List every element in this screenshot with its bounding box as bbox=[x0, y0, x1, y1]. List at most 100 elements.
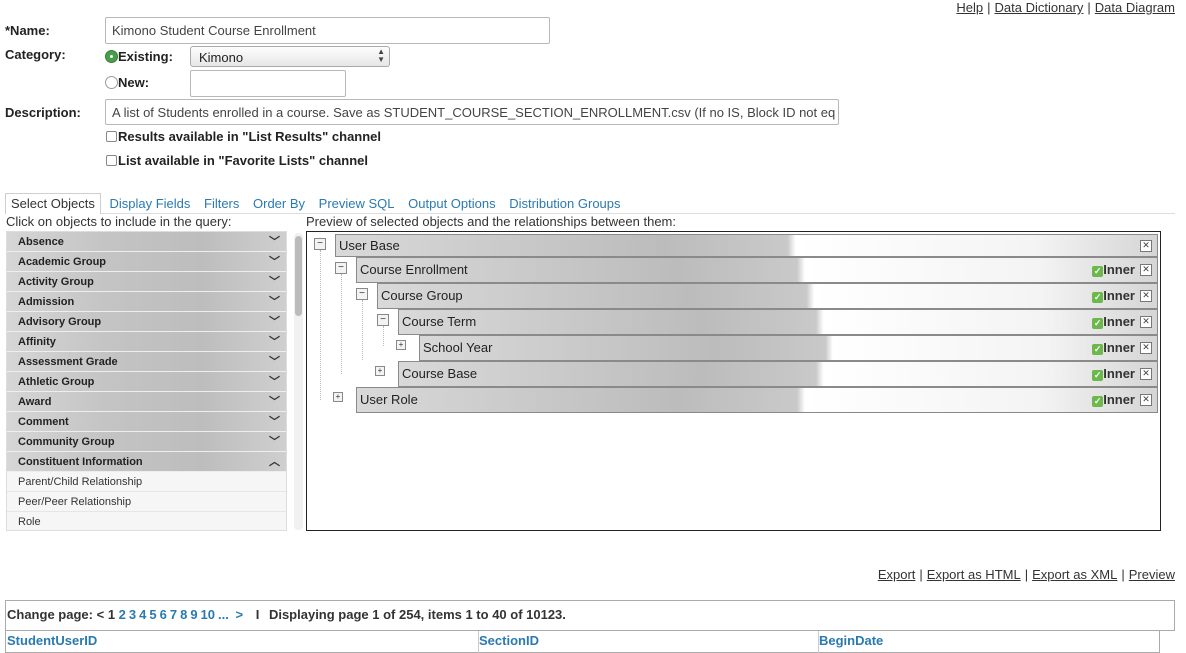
page-link[interactable]: 5 bbox=[149, 607, 156, 622]
existing-radio[interactable] bbox=[105, 50, 118, 63]
page-link[interactable]: 9 bbox=[190, 607, 197, 622]
name-input[interactable]: Kimono Student Course Enrollment bbox=[105, 17, 550, 44]
object-item-affinity[interactable]: Affinity ﹀ bbox=[7, 332, 286, 352]
column-header[interactable]: SectionID bbox=[478, 631, 819, 653]
results-channel-checkbox[interactable] bbox=[106, 131, 117, 142]
new-radio[interactable] bbox=[105, 76, 118, 89]
tab-select-objects[interactable]: Select Objects bbox=[5, 193, 101, 214]
column-header[interactable]: StudentUserID bbox=[6, 631, 479, 653]
tree-line bbox=[341, 274, 342, 374]
tree-node-course-group[interactable]: Course Group ✓ Inner ✕ bbox=[377, 283, 1158, 309]
export-link[interactable]: Export bbox=[878, 567, 916, 582]
tree-node-course-term[interactable]: Course Term ✓ Inner ✕ bbox=[398, 309, 1158, 335]
object-label: Assessment Grade bbox=[18, 356, 118, 368]
tab-filters[interactable]: Filters bbox=[199, 194, 244, 214]
page-link[interactable]: 3 bbox=[129, 607, 136, 622]
page-link[interactable]: 7 bbox=[170, 607, 177, 622]
collapse-icon[interactable]: − bbox=[377, 314, 389, 326]
remove-icon[interactable]: ✕ bbox=[1140, 368, 1152, 380]
export-xml-link[interactable]: Export as XML bbox=[1032, 567, 1117, 582]
next-page[interactable]: > bbox=[235, 607, 243, 622]
page-link[interactable]: 10 bbox=[201, 607, 215, 622]
preview-link[interactable]: Preview bbox=[1129, 567, 1175, 582]
collapse-icon[interactable]: − bbox=[314, 238, 326, 250]
existing-category-select[interactable]: Kimono ▲ ▼ bbox=[190, 46, 390, 67]
description-input[interactable]: A list of Students enrolled in a course.… bbox=[105, 99, 839, 125]
page-link[interactable]: 4 bbox=[139, 607, 146, 622]
sub-object-role[interactable]: Role bbox=[7, 512, 286, 530]
tree-line bbox=[383, 326, 384, 346]
object-item-admission[interactable]: Admission ﹀ bbox=[7, 292, 286, 312]
page-link[interactable]: ... bbox=[218, 607, 229, 622]
node-label: User Role bbox=[360, 392, 418, 407]
tab-order-by[interactable]: Order By bbox=[248, 194, 310, 214]
results-channel-label: Results available in "List Results" chan… bbox=[118, 129, 382, 144]
object-label: Academic Group bbox=[18, 256, 107, 268]
remove-icon[interactable]: ✕ bbox=[1140, 342, 1152, 354]
tree-node-course-base[interactable]: Course Base ✓ Inner ✕ bbox=[398, 361, 1158, 387]
remove-icon[interactable]: ✕ bbox=[1140, 264, 1152, 276]
join-type[interactable]: ✓ Inner bbox=[1092, 362, 1135, 386]
separator: | bbox=[1121, 567, 1125, 582]
join-type[interactable]: ✓ Inner bbox=[1092, 336, 1135, 360]
header-links: Help | Data Dictionary | Data Diagram bbox=[956, 0, 1175, 15]
node-label: Course Group bbox=[381, 288, 463, 303]
object-item-comment[interactable]: Comment ﹀ bbox=[7, 412, 286, 432]
sub-object-parent-child-relationship[interactable]: Parent/Child Relationship bbox=[7, 472, 286, 492]
pager: Change page: < 1 2 3 4 5 6 7 8 9 10... > I Displ… bbox=[5, 600, 1175, 631]
tab-output-options[interactable]: Output Options bbox=[403, 194, 500, 214]
object-item-athletic-group[interactable]: Athletic Group ﹀ bbox=[7, 372, 286, 392]
existing-label: Existing: bbox=[118, 49, 173, 64]
separator: | bbox=[987, 0, 991, 15]
join-type[interactable]: ✓ Inner bbox=[1092, 284, 1135, 308]
object-item-academic-group[interactable]: Academic Group ﹀ bbox=[7, 252, 286, 272]
expand-icon[interactable]: + bbox=[333, 392, 343, 402]
relationship-preview: − User Base ✕ − Course Enrollment ✓ Inner… bbox=[306, 231, 1161, 531]
object-item-constituent-information[interactable]: Constituent Information ︿ bbox=[7, 452, 286, 472]
expand-icon[interactable]: + bbox=[375, 366, 385, 376]
remove-icon[interactable]: ✕ bbox=[1140, 290, 1152, 302]
collapse-icon[interactable]: − bbox=[335, 262, 347, 274]
chevron-down-icon: ﹀ bbox=[269, 276, 280, 288]
help-link[interactable]: Help bbox=[956, 0, 983, 15]
sub-object-peer-peer-relationship[interactable]: Peer/Peer Relationship bbox=[7, 492, 286, 512]
join-type[interactable]: ✓ Inner bbox=[1092, 258, 1135, 282]
remove-icon[interactable]: ✕ bbox=[1140, 316, 1152, 328]
tree-node-course-enrollment[interactable]: Course Enrollment ✓ Inner ✕ bbox=[356, 257, 1158, 283]
collapse-icon[interactable]: − bbox=[356, 288, 368, 300]
tab-distribution-groups[interactable]: Distribution Groups bbox=[504, 194, 625, 214]
scrollbar-thumb[interactable] bbox=[295, 236, 302, 316]
object-item-award[interactable]: Award ﹀ bbox=[7, 392, 286, 412]
node-label: Course Enrollment bbox=[360, 262, 468, 277]
favorites-channel-checkbox[interactable] bbox=[106, 155, 117, 166]
page-link[interactable]: 6 bbox=[160, 607, 167, 622]
join-type[interactable]: ✓ Inner bbox=[1092, 310, 1135, 334]
remove-icon[interactable]: ✕ bbox=[1140, 240, 1152, 252]
remove-icon[interactable]: ✕ bbox=[1140, 394, 1152, 406]
tree-node-school-year[interactable]: School Year ✓ Inner ✕ bbox=[419, 335, 1158, 361]
object-item-community-group[interactable]: Community Group ﹀ bbox=[7, 432, 286, 452]
tree-node-user-base[interactable]: User Base ✕ bbox=[335, 234, 1158, 257]
object-item-assessment-grade[interactable]: Assessment Grade ﹀ bbox=[7, 352, 286, 372]
prev-page[interactable]: < bbox=[97, 607, 105, 622]
export-html-link[interactable]: Export as HTML bbox=[927, 567, 1021, 582]
object-list-scrollbar[interactable] bbox=[294, 233, 303, 530]
object-item-activity-group[interactable]: Activity Group ﹀ bbox=[7, 272, 286, 292]
page-link[interactable]: 2 bbox=[119, 607, 126, 622]
change-page-label: Change page: bbox=[7, 607, 93, 622]
join-type[interactable]: ✓ Inner bbox=[1092, 388, 1135, 412]
new-category-input[interactable] bbox=[190, 70, 346, 97]
tree-node-user-role[interactable]: User Role ✓ Inner ✕ bbox=[356, 387, 1158, 413]
tab-display-fields[interactable]: Display Fields bbox=[104, 194, 195, 214]
data-diagram-link[interactable]: Data Diagram bbox=[1095, 0, 1175, 15]
data-dictionary-link[interactable]: Data Dictionary bbox=[995, 0, 1084, 15]
object-item-absence[interactable]: Absence ﹀ bbox=[7, 232, 286, 252]
page-link[interactable]: 8 bbox=[180, 607, 187, 622]
node-label: User Base bbox=[339, 238, 400, 253]
object-label: Advisory Group bbox=[18, 316, 102, 328]
tab-preview-sql[interactable]: Preview SQL bbox=[314, 194, 400, 214]
expand-icon[interactable]: + bbox=[396, 340, 406, 350]
object-item-advisory-group[interactable]: Advisory Group ﹀ bbox=[7, 312, 286, 332]
column-header[interactable]: BeginDate bbox=[818, 631, 1159, 653]
chevron-down-icon: ﹀ bbox=[269, 376, 280, 388]
